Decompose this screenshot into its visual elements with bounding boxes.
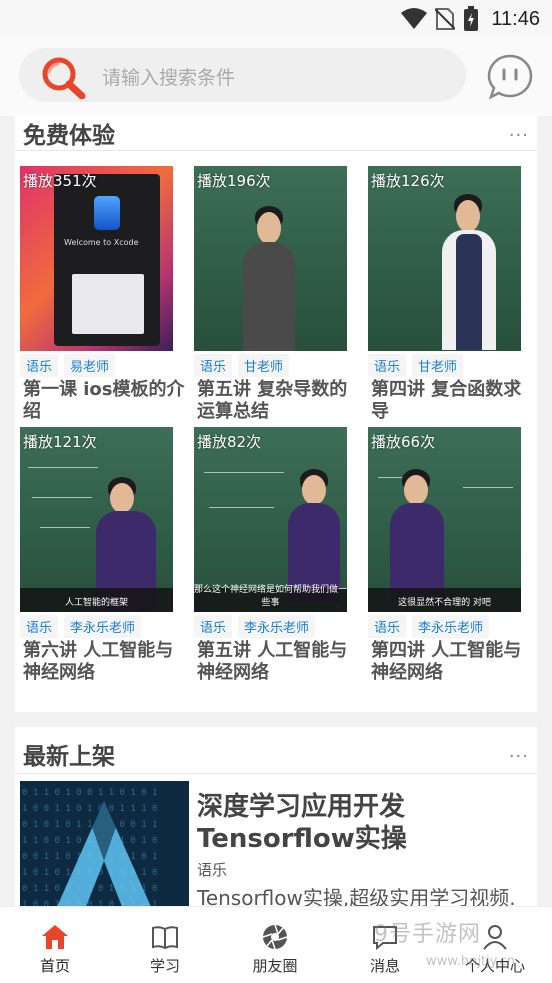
dialog-image <box>72 274 144 334</box>
divider <box>15 773 537 774</box>
video-caption: 人工智能的框架 <box>64 598 128 608</box>
tag-list: 语乐 李永乐老师 <box>368 615 490 638</box>
tag-list: 语乐 李永乐老师 <box>20 615 142 638</box>
more-button[interactable]: ... <box>509 741 529 762</box>
header: 请输入搜索条件 <box>0 38 552 116</box>
course-thumbnail: 播放196次 <box>194 166 347 351</box>
category-tag[interactable]: 语乐 <box>20 354 59 377</box>
course-card[interactable]: 播放196次 语乐 甘老师 第五讲 复杂导数的运算总结 <box>194 166 362 422</box>
status-icons: 11:46 <box>401 6 540 32</box>
category-tag[interactable]: 语乐 <box>20 615 59 638</box>
watermark: 9号手游网 <box>374 922 481 947</box>
course-title: 第四讲 复合函数求导 <box>371 379 522 422</box>
video-caption: 这很显然不合理的 对吧 <box>398 598 491 608</box>
home-icon <box>42 925 68 949</box>
play-count: 播放126次 <box>371 172 445 190</box>
xcode-window-image: Welcome to Xcode <box>54 174 160 346</box>
user-icon <box>483 925 507 950</box>
tag-list: 语乐 李永乐老师 <box>194 615 316 638</box>
course-title: 第四讲 人工智能与神经网络 <box>371 640 522 683</box>
course-title: 第五讲 复杂导数的运算总结 <box>197 379 348 422</box>
teacher-tag[interactable]: 李永乐老师 <box>412 615 490 638</box>
svg-text:0 1 1 0 1 0 0 1 1 0 1 0 1: 0 1 1 0 1 0 0 1 1 0 1 0 1 <box>22 788 157 798</box>
svg-text:0 1 0 1 0 1 1 0 1 0 0 1 1: 0 1 0 1 0 1 1 0 1 0 0 1 1 <box>22 820 157 830</box>
battery-charging-icon <box>464 6 479 31</box>
teacher-tag[interactable]: 李永乐老师 <box>238 615 316 638</box>
category-tag: 语乐 <box>197 861 228 879</box>
course-thumbnail: Welcome to Xcode 播放351次 <box>20 166 173 351</box>
section-title: 免费体验 <box>23 123 115 149</box>
course-title[interactable]: 深度学习应用开发Tensorflow实操 <box>197 791 537 855</box>
search-input[interactable]: 请输入搜索条件 <box>102 63 235 90</box>
aperture-icon <box>262 924 288 950</box>
nav-friends[interactable]: 朋友圈 <box>220 907 330 983</box>
free-section: 免费体验 ... Welcome to Xcode 播放351次 语乐 易老师 … <box>15 116 537 712</box>
status-bar: 11:46 <box>0 0 552 38</box>
course-title: 第六讲 人工智能与神经网络 <box>23 640 174 683</box>
tag-list: 语乐 甘老师 <box>368 354 464 377</box>
watermark-url: www.hnjtjy.cn <box>426 954 515 969</box>
teacher-tag[interactable]: 易老师 <box>64 354 116 377</box>
xcode-icon <box>94 196 120 230</box>
course-thumbnail: 播放126次 <box>368 166 521 351</box>
section-title: 最新上架 <box>23 744 115 770</box>
category-tag[interactable]: 语乐 <box>368 615 407 638</box>
nav-home[interactable]: 首页 <box>0 907 110 983</box>
no-sim-icon <box>435 8 456 30</box>
nav-label: 消息 <box>369 957 400 975</box>
divider <box>15 150 537 151</box>
tag-list: 语乐 甘老师 <box>194 354 290 377</box>
nav-label: 朋友圈 <box>252 957 298 975</box>
course-card[interactable]: 播放126次 语乐 甘老师 第四讲 复合函数求导 <box>368 166 536 422</box>
category-tag[interactable]: 语乐 <box>194 615 233 638</box>
course-thumbnail: 这很显然不合理的 对吧 播放66次 <box>368 427 521 612</box>
tag-list: 语乐 易老师 <box>20 354 116 377</box>
more-button[interactable]: ... <box>509 120 529 141</box>
course-card[interactable]: 这很显然不合理的 对吧 播放66次 语乐 李永乐老师 第四讲 人工智能与神经网络 <box>368 427 536 683</box>
course-thumbnail: 那么这个神经网络是如何帮助我们做一些事 播放82次 <box>194 427 347 612</box>
course-card[interactable]: 人工智能的框架 播放121次 语乐 李永乐老师 第六讲 人工智能与神经网络 <box>20 427 188 683</box>
course-card[interactable]: Welcome to Xcode 播放351次 语乐 易老师 第一课 ios模板… <box>20 166 188 422</box>
course-title: 第一课 ios模板的介绍 <box>23 379 185 422</box>
svg-text:1 0 0 1 1 0 1 0 0 1 1 1 0: 1 0 0 1 1 0 1 0 0 1 1 1 0 <box>22 804 157 814</box>
video-caption: 那么这个神经网络是如何帮助我们做一些事 <box>194 585 347 608</box>
teacher-tag[interactable]: 甘老师 <box>238 354 290 377</box>
teacher-tag[interactable]: 甘老师 <box>412 354 464 377</box>
course-title: 第五讲 人工智能与神经网络 <box>197 640 348 683</box>
play-count: 播放66次 <box>371 433 436 451</box>
category-tag[interactable]: 语乐 <box>194 354 233 377</box>
chat-bubble-icon[interactable] <box>486 53 534 101</box>
course-thumbnail: 人工智能的框架 播放121次 <box>20 427 173 612</box>
nav-study[interactable]: 学习 <box>110 907 220 983</box>
search-bar[interactable]: 请输入搜索条件 <box>19 48 466 102</box>
wifi-icon <box>401 8 428 29</box>
play-count: 播放351次 <box>23 172 97 190</box>
teacher-tag[interactable]: 李永乐老师 <box>64 615 142 638</box>
search-icon <box>42 57 86 99</box>
status-time: 11:46 <box>491 7 540 30</box>
nav-label: 首页 <box>39 957 70 975</box>
course-card[interactable]: 那么这个神经网络是如何帮助我们做一些事 播放82次 语乐 李永乐老师 第五讲 人… <box>194 427 362 683</box>
nav-label: 学习 <box>149 957 180 975</box>
play-count: 播放82次 <box>197 433 262 451</box>
book-icon <box>152 926 178 950</box>
window-image-text: Welcome to Xcode <box>64 238 139 247</box>
play-count: 播放121次 <box>23 433 97 451</box>
play-count: 播放196次 <box>197 172 271 190</box>
category-tag[interactable]: 语乐 <box>368 354 407 377</box>
new-section: 最新上架 ... 0 1 1 0 1 0 0 1 1 0 1 0 1 1 0 0… <box>15 727 537 927</box>
